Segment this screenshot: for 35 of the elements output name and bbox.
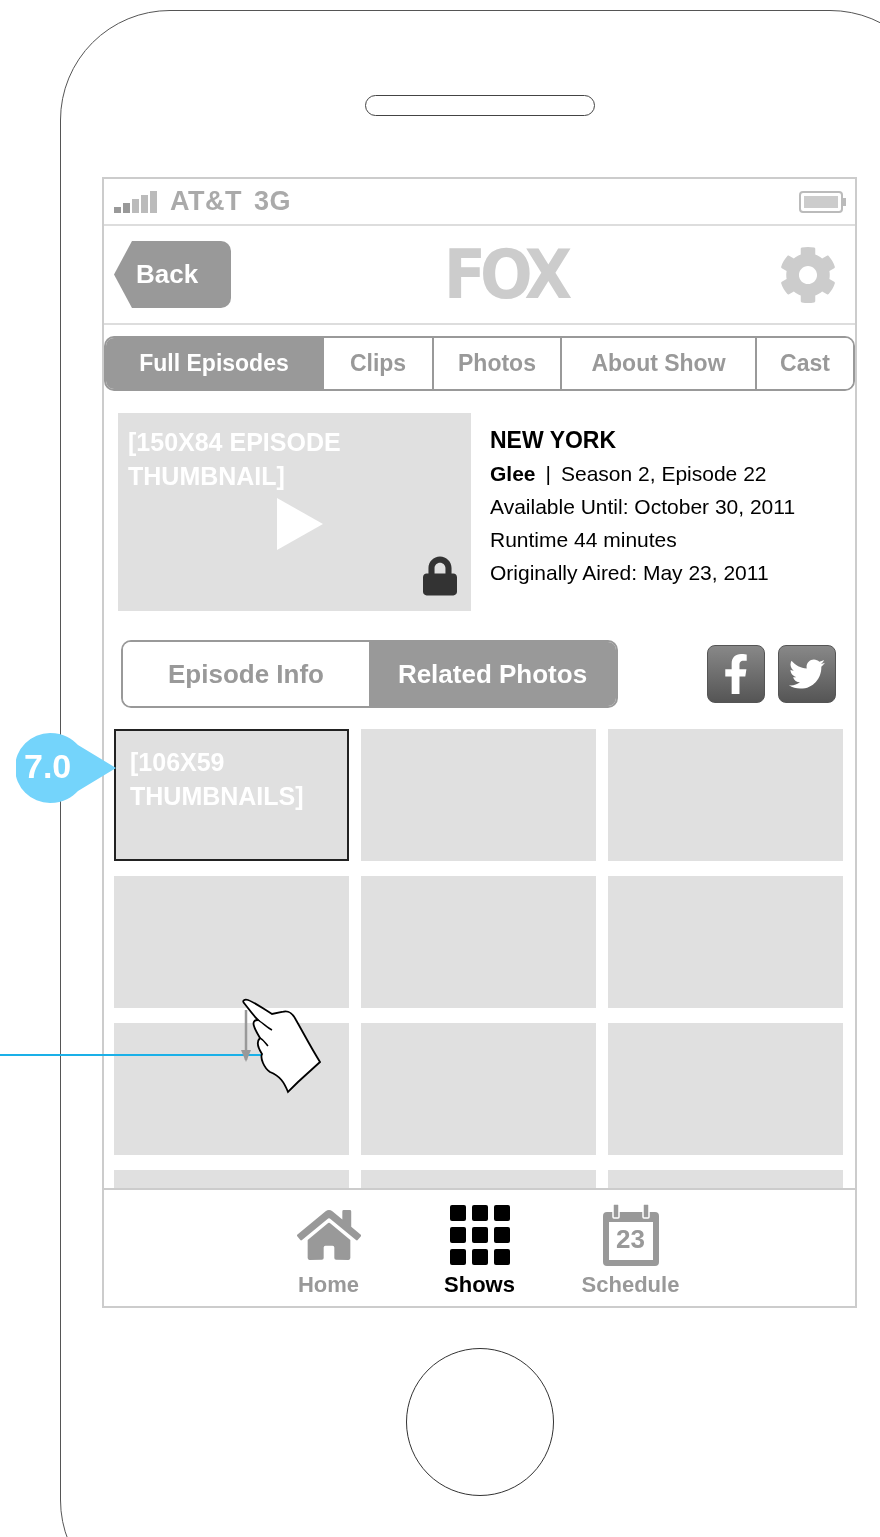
photo-thumbnail[interactable] [608, 729, 843, 861]
season-episode: Season 2, Episode 22 [561, 462, 767, 485]
segment-tab[interactable]: Related Photos [369, 642, 616, 706]
tab[interactable]: Cast [755, 338, 853, 389]
facebook-button[interactable] [707, 645, 765, 703]
calendar-icon [602, 1204, 659, 1266]
tab-bar-item[interactable]: 23 Schedule [555, 1204, 706, 1306]
facebook-icon [723, 654, 749, 694]
settings-icon[interactable] [779, 245, 837, 304]
photo-thumbnail[interactable] [361, 876, 596, 1008]
show-name: Glee [490, 462, 536, 485]
separator: | [545, 462, 551, 485]
callout-label: 7.0 [24, 747, 72, 786]
carrier-label: AT&T [170, 186, 242, 217]
photo-thumbnail[interactable] [608, 876, 843, 1008]
runtime-text: Runtime 44 minutes [490, 528, 678, 551]
tab[interactable]: Full Episodes [106, 338, 322, 389]
air-date-text: Originally Aired: May 23, 2011 [490, 561, 770, 584]
battery-icon [799, 190, 847, 213]
photo-thumbnail[interactable] [608, 1023, 843, 1155]
grid-icon [449, 1205, 510, 1265]
episode-title: NEW YORK [490, 429, 618, 452]
tab-bar-item[interactable]: Home [253, 1204, 404, 1306]
twitter-button[interactable] [778, 645, 836, 703]
signal-icon [114, 190, 158, 213]
photo-thumbnail[interactable] [361, 1023, 596, 1155]
calendar-day: 23 [616, 1226, 645, 1252]
photo-thumbnail[interactable] [114, 876, 349, 1008]
tab-bar-item[interactable]: Shows [404, 1204, 555, 1306]
network-label: 3G [254, 186, 291, 217]
back-button[interactable]: Back [114, 241, 231, 308]
availability-text: Available Until: October 30, 2011 [490, 495, 796, 518]
bird-icon [787, 656, 827, 692]
play-icon[interactable] [277, 498, 323, 550]
photo-thumbnail[interactable] [361, 729, 596, 861]
